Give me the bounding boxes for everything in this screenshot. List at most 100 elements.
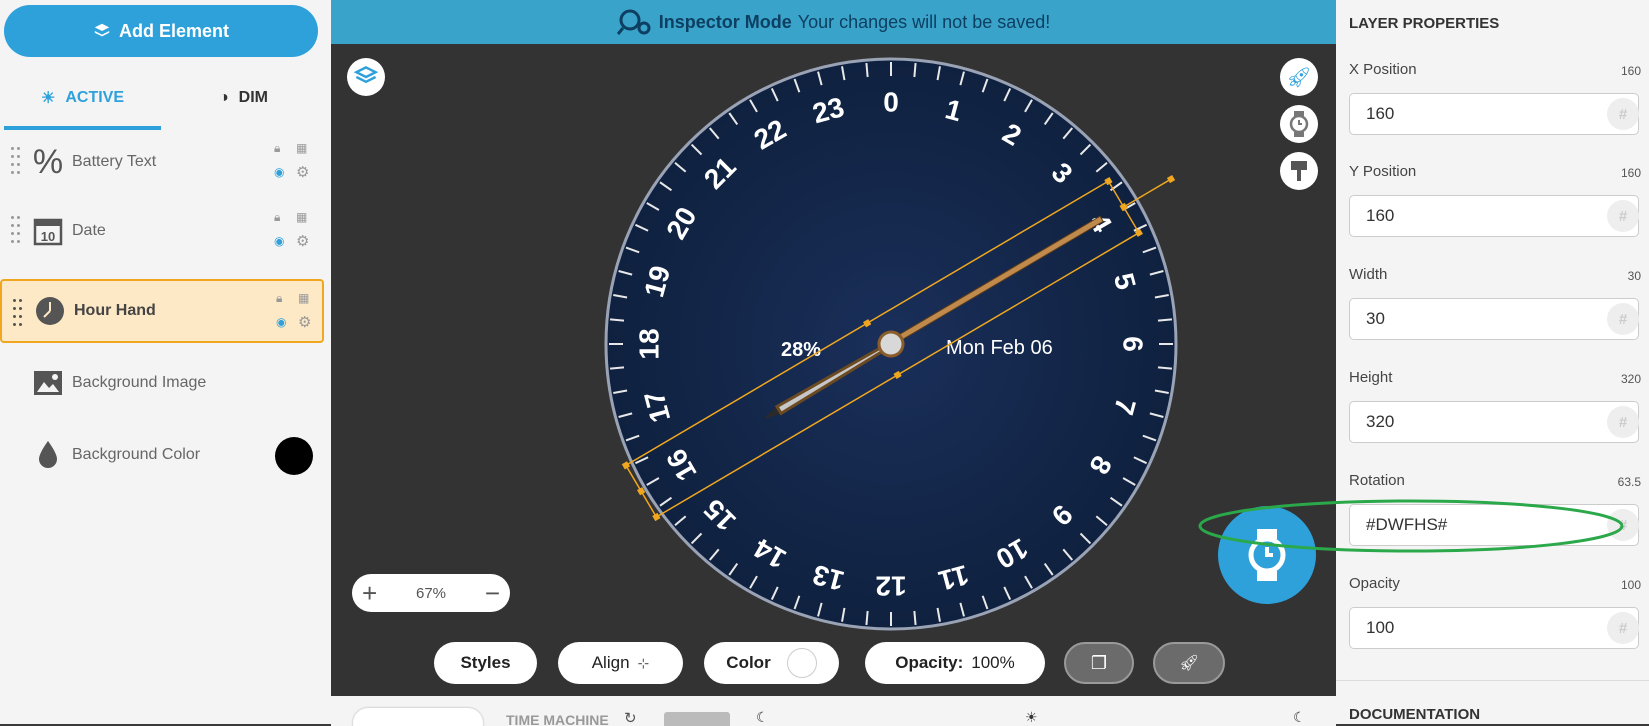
eye-icon[interactable]: ◉ bbox=[276, 315, 286, 329]
drag-handle-icon[interactable] bbox=[11, 147, 21, 175]
minute-tick bbox=[865, 610, 869, 626]
minute-tick bbox=[913, 610, 917, 626]
time-machine-bar: TIME MACHINE ↻ ☾ ☀ ☾ bbox=[331, 696, 1336, 726]
expression-button[interactable]: # bbox=[1607, 406, 1639, 438]
layer-item-hour-hand[interactable]: Hour Hand 🔒︎ ▦ ◉ ⚙ bbox=[0, 279, 324, 343]
expression-button[interactable]: # bbox=[1607, 200, 1639, 232]
percent-icon: % bbox=[32, 142, 64, 181]
layer-tools: 🔒︎ ▦ ◉ ⚙ bbox=[270, 208, 320, 254]
rotation-input[interactable] bbox=[1349, 504, 1639, 546]
prop-label: Y Position bbox=[1349, 163, 1417, 180]
color-swatch bbox=[786, 648, 817, 678]
x-position-input[interactable] bbox=[1349, 93, 1639, 135]
tab-active-label: ACTIVE bbox=[65, 89, 124, 106]
y-position-input[interactable] bbox=[1349, 195, 1639, 237]
watch-action-fab[interactable] bbox=[1218, 506, 1316, 604]
date-text[interactable]: Mon Feb 06 bbox=[946, 337, 1053, 359]
expression-button[interactable]: # bbox=[1607, 98, 1639, 130]
tab-dim[interactable]: ◑ DIM bbox=[165, 70, 322, 126]
layer-name: Background Color bbox=[72, 446, 201, 463]
expression-button[interactable]: # bbox=[1607, 612, 1639, 644]
gear-icon[interactable]: ⚙ bbox=[296, 232, 309, 250]
prop-label: Opacity bbox=[1349, 575, 1400, 592]
zoom-out-button[interactable]: − bbox=[485, 578, 500, 609]
expression-button[interactable]: # bbox=[1607, 303, 1639, 335]
color-button[interactable]: Color bbox=[704, 642, 839, 684]
layer-name: Hour Hand bbox=[74, 302, 156, 319]
gear-icon[interactable]: ⚙ bbox=[296, 163, 309, 181]
minute-tick bbox=[1157, 318, 1173, 322]
eye-icon[interactable]: ◉ bbox=[274, 165, 284, 179]
inspector-banner: Inspector Mode Your changes will not be … bbox=[331, 0, 1336, 44]
moon-icon: ☾ bbox=[1293, 709, 1306, 725]
properties-panel: LAYER PROPERTIES X Position 160 # Y Posi… bbox=[1336, 0, 1649, 724]
prop-value: 63.5 bbox=[1617, 475, 1641, 489]
minute-tick bbox=[609, 318, 625, 322]
layer-tools: 🔒︎ ▦ ◉ ⚙ bbox=[270, 139, 320, 185]
watch-icon bbox=[1248, 529, 1286, 581]
prop-value: 30 bbox=[1627, 269, 1641, 283]
drag-handle-icon[interactable] bbox=[11, 216, 21, 244]
divider bbox=[1336, 680, 1649, 681]
zoom-control: + 67% − bbox=[352, 574, 510, 612]
eye-icon[interactable]: ◉ bbox=[274, 234, 284, 248]
brush-icon[interactable]: ▦ bbox=[298, 291, 309, 305]
clock-icon bbox=[33, 294, 67, 328]
droplet-icon bbox=[31, 438, 65, 472]
height-input[interactable] bbox=[1349, 401, 1639, 443]
lock-icon[interactable]: 🔒︎ bbox=[274, 210, 280, 225]
zoom-in-button[interactable]: + bbox=[362, 578, 377, 609]
resize-handle[interactable] bbox=[621, 461, 631, 470]
refresh-icon[interactable]: ↻ bbox=[624, 709, 637, 726]
duplicate-button[interactable]: ❐ bbox=[1064, 642, 1134, 684]
documentation-heading[interactable]: DOCUMENTATION bbox=[1349, 706, 1480, 723]
watch-face[interactable]: 01234567891011121314151617181920212223 2… bbox=[331, 44, 1336, 644]
expression-button[interactable]: # bbox=[1607, 509, 1639, 541]
gear-icon[interactable]: ⚙ bbox=[298, 313, 311, 331]
layer-item-date[interactable]: 10 Date 🔒︎ ▦ ◉ ⚙ bbox=[0, 198, 324, 264]
width-input[interactable] bbox=[1349, 298, 1639, 340]
layer-name: Battery Text bbox=[72, 153, 157, 170]
prop-value: 320 bbox=[1620, 372, 1641, 386]
tab-dim-label: DIM bbox=[238, 89, 268, 106]
layer-item-background-image[interactable]: Background Image bbox=[0, 350, 324, 416]
zoom-level: 67% bbox=[415, 584, 447, 602]
calendar-icon: 10 bbox=[31, 214, 65, 248]
resize-handle[interactable] bbox=[652, 512, 661, 522]
layer-item-background-color[interactable]: Background Color bbox=[0, 422, 324, 488]
rocket-button[interactable]: 🚀︎ bbox=[1153, 642, 1225, 684]
minute-tick bbox=[865, 62, 869, 78]
layer-name: Background Image bbox=[72, 374, 207, 391]
minute-tick bbox=[609, 366, 625, 370]
layer-item-battery-text[interactable]: % Battery Text 🔒︎ ▦ ◉ ⚙ bbox=[0, 129, 324, 195]
opacity-button[interactable]: Opacity: 100% bbox=[865, 642, 1045, 684]
opacity-label: Opacity: bbox=[895, 653, 964, 672]
lock-icon[interactable]: 🔒︎ bbox=[276, 291, 282, 306]
lock-icon[interactable]: 🔒︎ bbox=[274, 141, 280, 156]
sun-icon: ☀ bbox=[40, 90, 56, 107]
opacity-value: 100% bbox=[971, 653, 1015, 672]
add-element-button[interactable]: Add Element bbox=[4, 5, 318, 57]
layers-icon bbox=[94, 23, 110, 37]
align-button[interactable]: Align ⊹ bbox=[558, 642, 683, 684]
svg-text:10: 10 bbox=[41, 229, 55, 244]
styles-button[interactable]: Styles bbox=[434, 642, 537, 684]
moon-icon: ☾ bbox=[756, 709, 769, 725]
brush-icon[interactable]: ▦ bbox=[296, 141, 307, 155]
color-swatch[interactable] bbox=[275, 437, 313, 475]
battery-text[interactable]: 28% bbox=[781, 339, 821, 361]
time-button[interactable] bbox=[353, 708, 483, 726]
bottom-toolbar: Styles Align ⊹ Color Opacity: 100% ❐ 🚀︎ bbox=[331, 642, 1336, 692]
brush-icon[interactable]: ▦ bbox=[296, 210, 307, 224]
tab-active[interactable]: ☀ ACTIVE bbox=[4, 70, 161, 130]
color-label: Color bbox=[726, 653, 771, 672]
drag-handle-icon[interactable] bbox=[13, 299, 23, 327]
layer-tools: 🔒︎ ▦ ◉ ⚙ bbox=[272, 291, 322, 337]
hour-number: 18 bbox=[634, 328, 665, 359]
rotate-handle[interactable] bbox=[1166, 174, 1176, 184]
contrast-icon: ◑ bbox=[219, 89, 229, 106]
prop-value: 160 bbox=[1620, 166, 1641, 180]
opacity-input[interactable] bbox=[1349, 607, 1639, 649]
inspector-title: Inspector Mode bbox=[658, 11, 792, 32]
watch-canvas[interactable]: 🚀︎ 0123456789101112131415161718192021222… bbox=[331, 44, 1336, 726]
